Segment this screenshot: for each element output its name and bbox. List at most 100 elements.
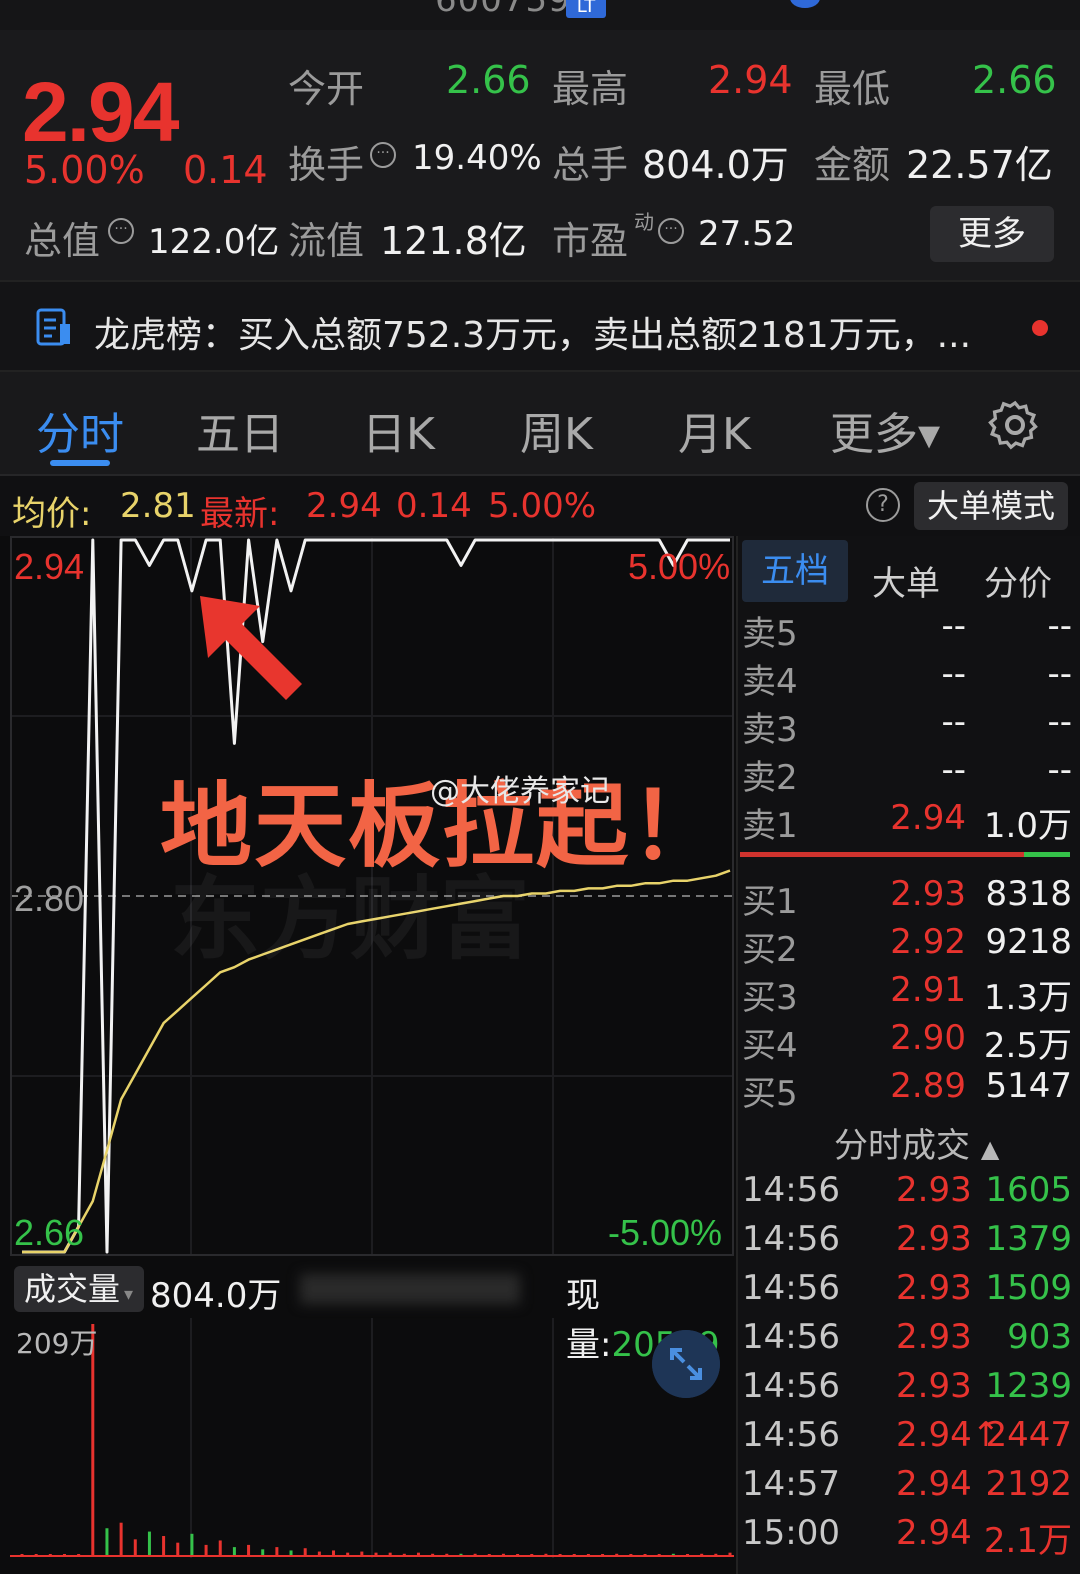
bid-row[interactable]: 买5 2.89 5147: [742, 1066, 1072, 1114]
float-value: 121.8亿: [380, 219, 527, 263]
high-label: 最高: [552, 67, 629, 111]
tab-five-day[interactable]: 五日: [196, 398, 284, 462]
bid-row[interactable]: 买1 2.93 8318: [742, 874, 1072, 922]
tab-weekly-k[interactable]: 周K: [520, 398, 593, 462]
volume-bar: [247, 1544, 251, 1556]
open-value: 2.66: [446, 58, 531, 102]
orderbook-divider-buy: [1024, 852, 1070, 857]
trade-time: 15:00: [742, 1513, 840, 1553]
bid-row[interactable]: 买3 2.91 1.3万: [742, 970, 1072, 1018]
tab-price-distribution[interactable]: 分价: [984, 556, 1052, 605]
volume-bar: [105, 1528, 109, 1556]
ask-label: 卖1: [742, 806, 798, 846]
trade-row: 14:56 2.93 1509: [742, 1268, 1072, 1316]
turnover-info-icon[interactable]: ···: [370, 142, 396, 168]
trade-volume: 2447: [985, 1415, 1072, 1455]
pe-sup: 动: [634, 210, 654, 234]
trade-volume: 1239: [985, 1366, 1072, 1406]
ask-row[interactable]: 卖5 -- --: [742, 606, 1072, 654]
trade-volume: 2192: [985, 1464, 1072, 1504]
bid-label: 买4: [742, 1026, 798, 1066]
volume-total: 804.0万: [150, 1276, 282, 1316]
volume-bar: [204, 1544, 208, 1556]
ask-row[interactable]: 卖3 -- --: [742, 702, 1072, 750]
document-icon: [36, 308, 70, 346]
more-button[interactable]: 更多: [930, 206, 1054, 262]
bid-qty: 1.3万: [983, 978, 1072, 1018]
bid-label: 买3: [742, 978, 798, 1018]
trade-row: 14:57 2.94 2192: [742, 1464, 1072, 1512]
chart-bottom-percent: -5.00%: [608, 1212, 723, 1253]
chart-bottom-price: 2.66: [14, 1212, 85, 1253]
bid-row[interactable]: 买2 2.92 9218: [742, 922, 1072, 970]
trades-title[interactable]: 分时成交 ▲: [834, 1118, 999, 1167]
top-strip: 600759 LT: [0, 0, 1080, 30]
arrow-annotation-icon: [200, 596, 302, 700]
active-tab-indicator: [50, 460, 110, 466]
tab-big-orders[interactable]: 大单: [872, 556, 940, 605]
tab-intraday[interactable]: 分时: [36, 398, 124, 462]
volume-max-label: 209万: [16, 1327, 98, 1360]
volume-chart[interactable]: [10, 1318, 734, 1558]
ask-label: 卖4: [742, 662, 798, 702]
trade-time: 14:56: [742, 1170, 840, 1210]
tab-daily-k[interactable]: 日K: [362, 398, 435, 462]
volume-bar: [303, 1548, 307, 1556]
gear-icon[interactable]: [988, 398, 1042, 452]
pe-value: 27.52: [698, 214, 796, 254]
trade-row: 14:56 2.93 903: [742, 1317, 1072, 1365]
ask-row[interactable]: 卖2 -- --: [742, 750, 1072, 798]
trade-volume: 903: [1007, 1317, 1072, 1357]
volume-bar: [232, 1547, 236, 1556]
chart-top-percent: 5.00%: [628, 546, 731, 587]
ask-label: 卖5: [742, 614, 798, 654]
trade-time: 14:56: [742, 1415, 840, 1455]
help-icon[interactable]: ?: [866, 488, 900, 522]
ask-row[interactable]: 卖1 2.94 1.0万: [742, 798, 1072, 846]
volume-header: 成交量▾ 804.0万 现量:20529: [10, 1260, 734, 1365]
bid-qty: 9218: [985, 922, 1072, 962]
ask-row[interactable]: 卖4 -- --: [742, 654, 1072, 702]
ask-qty: --: [1047, 606, 1072, 646]
turnover-label: 换手: [288, 143, 365, 187]
avg-value: 2.81: [120, 486, 196, 526]
latest-value: 2.94: [306, 486, 382, 526]
trade-price: 2.93: [896, 1219, 972, 1259]
trade-time: 14:56: [742, 1268, 840, 1308]
trade-volume: 1605: [985, 1170, 1072, 1210]
low-label: 最低: [814, 67, 891, 111]
ask-label: 卖3: [742, 710, 798, 750]
trade-price: 2.93: [896, 1170, 972, 1210]
tab-more[interactable]: 更多▾: [830, 398, 940, 462]
avg-label: 均价:: [12, 494, 92, 534]
bid-price: 2.89: [890, 1066, 966, 1106]
period-tabs: 分时 五日 日K 周K 月K 更多▾: [0, 372, 1080, 476]
pe-info-icon[interactable]: ···: [658, 218, 684, 244]
expand-icon[interactable]: [652, 1330, 720, 1398]
volume-indicator-button[interactable]: 成交量 ▾: [14, 1266, 144, 1312]
mktcap-value: 122.0亿: [148, 222, 280, 262]
ask-price: --: [941, 702, 966, 742]
stock-code: 600759: [435, 0, 571, 20]
ask-qty: --: [1047, 750, 1072, 790]
dragon-tiger-bar[interactable]: 龙虎榜：买入总额752.3万元，卖出总额2181万元，...: [0, 280, 1080, 372]
pe-label: 市盈: [552, 219, 629, 263]
high-value: 2.94: [708, 58, 793, 102]
latest-percent: 5.00%: [488, 486, 597, 526]
ask-price: --: [941, 750, 966, 790]
tab-monthly-k[interactable]: 月K: [678, 398, 751, 462]
trade-volume: 2.1万: [983, 1521, 1072, 1561]
big-order-mode-button[interactable]: 大单模式: [914, 482, 1068, 530]
trade-volume: 1509: [985, 1268, 1072, 1308]
tab-five-level[interactable]: 五档: [742, 540, 848, 602]
dragon-tiger-text: 龙虎榜：买入总额752.3万元，卖出总额2181万元，...: [94, 315, 972, 356]
volume-label: 总手: [552, 143, 629, 187]
weibo-watermark: @大佬养家记: [430, 774, 610, 809]
mktcap-info-icon[interactable]: ···: [108, 218, 134, 244]
turnover-value: 19.40%: [412, 138, 542, 178]
amount-value: 22.57亿: [906, 143, 1053, 187]
amount-label: 金额: [814, 143, 891, 187]
ask-price: --: [941, 654, 966, 694]
ask-price: --: [941, 606, 966, 646]
bid-row[interactable]: 买4 2.90 2.5万: [742, 1018, 1072, 1066]
